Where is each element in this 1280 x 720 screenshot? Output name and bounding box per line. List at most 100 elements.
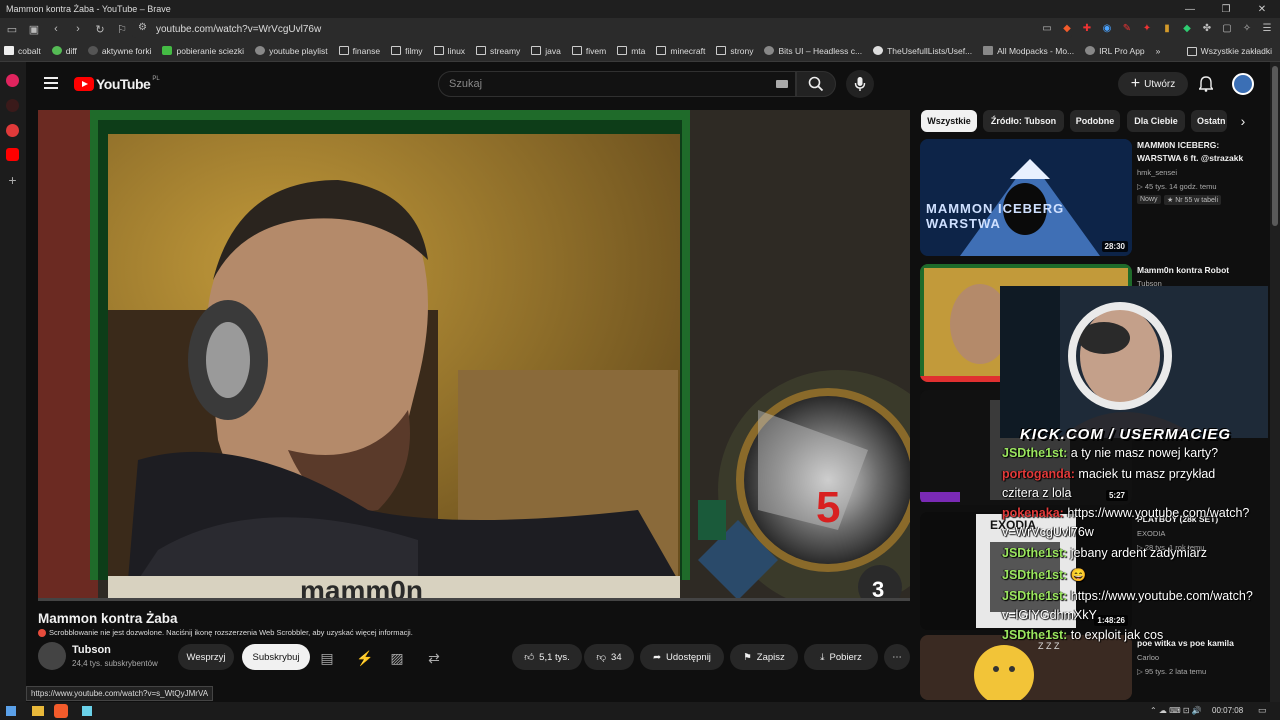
add-sidebar-item-icon[interactable]: + — [6, 173, 19, 187]
bookmark-folder[interactable]: minecraft — [656, 46, 705, 56]
bookmark-page-icon[interactable]: ⚐ — [112, 19, 132, 39]
channel-name[interactable]: Tubson — [72, 644, 111, 656]
bookmark-folder[interactable]: mta — [617, 46, 645, 56]
maximize-button[interactable]: ❐ — [1208, 0, 1244, 18]
extension-icon[interactable]: ◉ — [1100, 20, 1114, 36]
app-taskbar-icon[interactable] — [82, 706, 92, 716]
brave-news-icon[interactable] — [6, 74, 19, 87]
bookmark-folder[interactable]: strony — [716, 46, 753, 56]
extension-icon[interactable]: ◆ — [1180, 20, 1194, 36]
bookmark-item[interactable]: cobalt — [4, 46, 41, 56]
all-bookmarks-folder[interactable]: Wszystkie zakładki — [1186, 46, 1272, 56]
bookmark-folder[interactable]: streamy — [476, 46, 520, 56]
dislike-button[interactable]: 👎︎ 34 — [584, 644, 634, 670]
tray-icons[interactable]: ⌃ ☁ ⌨ ⊡ 🔊 — [1150, 706, 1202, 715]
sidebar-panel-icon[interactable] — [6, 99, 19, 112]
recommendation-title[interactable]: MAMM0N ICEBERG: WARSTWA 6 ft. @strazakk — [1137, 139, 1265, 165]
sidebar-site-icon[interactable] — [6, 124, 19, 137]
bookmark-item[interactable]: Bits UI – Headless c... — [764, 46, 862, 56]
recommendation-thumbnail[interactable]: Z Z Z — [920, 635, 1132, 700]
chat-message: v=lGIYGdhmXkY — [1002, 608, 1097, 622]
chip-recent[interactable]: Ostatn — [1191, 110, 1227, 132]
search-input[interactable]: Szukaj — [438, 71, 796, 97]
account-avatar[interactable] — [1232, 73, 1254, 95]
browser-toolbar: ▭ ▣ ‹ › ↻ ⚐ ⚙ youtube.com/watch?v=WrVcgU… — [0, 18, 1280, 40]
share-button[interactable]: ➦ Udostępnij — [640, 644, 724, 670]
notifications-button[interactable] — [1196, 74, 1216, 94]
subscribe-button[interactable]: Subskrybuj — [242, 644, 310, 670]
sidebar-toggle-icon[interactable]: ▭ — [2, 19, 22, 39]
recommendation-channel[interactable]: EXODIA — [1137, 529, 1165, 538]
search-icon — [808, 76, 824, 92]
extensions-puzzle-icon[interactable]: ✤ — [1200, 20, 1214, 36]
bookmark-item[interactable]: diff — [51, 46, 77, 56]
extension-icon[interactable]: ✦ — [1140, 20, 1154, 36]
more-actions-button[interactable]: ⋯ — [884, 644, 910, 670]
close-window-button[interactable]: ✕ — [1244, 0, 1280, 18]
loop-icon[interactable]: ⇄ — [425, 649, 443, 667]
bookmark-folder[interactable]: fivem — [571, 46, 606, 56]
support-button[interactable]: Wesprzyj — [178, 644, 234, 670]
search-button[interactable] — [796, 71, 836, 97]
video-player[interactable]: mamm0n 5 3 — [38, 110, 910, 600]
bookmark-folder[interactable]: finanse — [338, 46, 380, 56]
chip-for-you[interactable]: Dla Ciebie — [1127, 110, 1185, 132]
transcript-icon[interactable]: ▤ — [318, 649, 336, 667]
windows-taskbar: ⌃ ☁ ⌨ ⊡ 🔊 00:07:08 ▭ — [0, 702, 1280, 720]
extension-icon[interactable]: ✚ — [1080, 20, 1094, 36]
brave-shields-icon[interactable]: ◆ — [1060, 20, 1074, 36]
wallet-icon[interactable]: ▢ — [1220, 20, 1234, 36]
menu-hamburger-icon[interactable] — [44, 77, 58, 89]
chat-message: JSDthe1st: https://www.youtube.com/watch… — [1002, 589, 1253, 603]
scrollbar-thumb[interactable] — [1272, 66, 1278, 226]
download-icon: ⤓ — [820, 651, 825, 663]
video-progress-bar[interactable] — [38, 598, 910, 601]
file-explorer-icon[interactable] — [32, 706, 44, 716]
bookmark-item[interactable]: aktywne forki — [87, 46, 151, 56]
chat-message: pokenaka: https://www.youtube.com/watch? — [1002, 506, 1250, 520]
extension-icon[interactable]: ✎ — [1120, 20, 1134, 36]
youtube-logo[interactable]: YouTube PL — [74, 76, 160, 92]
recommendation-thumbnail[interactable]: MAMMON ICEBERG WARSTWA 28:30 — [920, 139, 1132, 256]
bookmark-item[interactable]: pobieranie sciezki — [162, 46, 244, 56]
menu-icon[interactable]: ☰ — [1260, 20, 1274, 36]
bookmark-item[interactable]: TheUsefullLists/Usef... — [873, 46, 972, 56]
download-button[interactable]: ⤓ Pobierz — [804, 644, 878, 670]
image-icon[interactable]: ▨ — [388, 649, 406, 667]
cast-icon[interactable]: ▭ — [1040, 20, 1054, 36]
like-button[interactable]: 👍︎ 5,1 tys. — [512, 644, 582, 670]
lightning-icon[interactable]: ⚡ — [356, 649, 374, 667]
minimize-button[interactable]: — — [1172, 0, 1208, 18]
recommendation-title[interactable]: Mamm0n kontra Robot — [1137, 264, 1265, 277]
forward-button[interactable]: › — [68, 19, 88, 39]
brave-taskbar-icon[interactable] — [54, 704, 68, 718]
bookmark-item[interactable]: youtube playlist — [255, 46, 328, 56]
youtube-sidebar-icon[interactable] — [6, 148, 19, 161]
chip-source[interactable]: Źródło: Tubson — [983, 110, 1064, 132]
back-button[interactable]: ‹ — [46, 19, 66, 39]
keyboard-icon[interactable] — [776, 80, 788, 88]
extension-icon[interactable]: ▮ — [1160, 20, 1174, 36]
site-settings-icon[interactable]: ⚙ — [138, 22, 147, 33]
more-bookmarks-chevron-icon[interactable]: » — [1156, 46, 1161, 56]
bookmark-folder[interactable]: filmy — [391, 46, 423, 56]
recommendation-channel[interactable]: hmk_sensei — [1137, 168, 1177, 177]
channel-avatar[interactable] — [38, 642, 66, 670]
bookmark-folder[interactable]: linux — [433, 46, 465, 56]
recommendation-channel[interactable]: Carloo — [1137, 653, 1159, 662]
chip-similar[interactable]: Podobne — [1070, 110, 1120, 132]
create-button[interactable]: + Utwórz — [1118, 72, 1188, 96]
notifications-icon[interactable]: ▭ — [1258, 705, 1267, 716]
chip-all[interactable]: Wszystkie — [921, 110, 977, 132]
tabs-icon[interactable]: ▣ — [24, 19, 44, 39]
address-bar[interactable]: ⚙ youtube.com/watch?v=WrVcgUvl76w — [132, 20, 1072, 38]
save-button[interactable]: ⚑ Zapisz — [730, 644, 798, 670]
bookmark-item[interactable]: IRL Pro App — [1085, 46, 1145, 56]
voice-search-button[interactable] — [846, 70, 874, 98]
windows-start-icon[interactable] — [6, 706, 16, 716]
reload-button[interactable]: ↻ — [90, 19, 110, 39]
chevron-right-icon[interactable]: › — [1234, 112, 1252, 130]
bookmark-folder[interactable]: java — [531, 46, 561, 56]
leo-icon[interactable]: ✧ — [1240, 20, 1254, 36]
bookmark-item[interactable]: All Modpacks - Mo... — [983, 46, 1074, 56]
